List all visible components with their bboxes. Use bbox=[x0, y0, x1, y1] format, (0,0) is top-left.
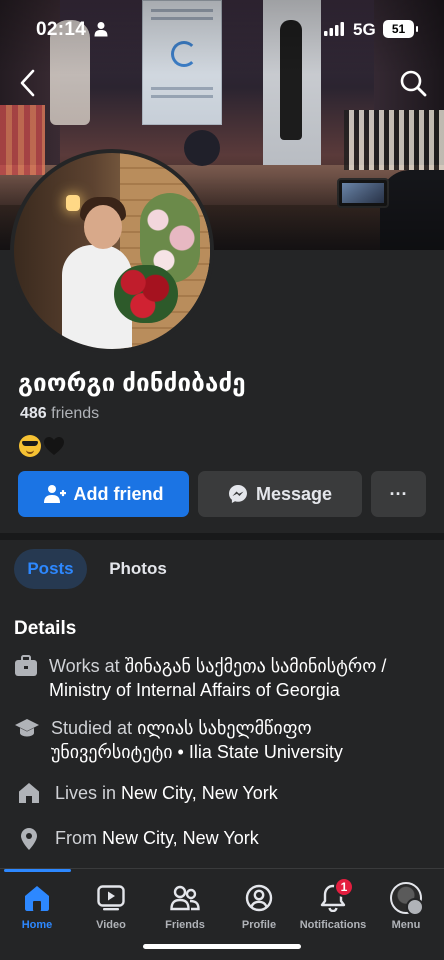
menu-avatar bbox=[390, 882, 424, 916]
tab-menu-label: Menu bbox=[391, 919, 421, 931]
detail-work-prefix: Works at bbox=[49, 656, 125, 676]
location-pin-icon bbox=[14, 826, 44, 850]
friends-count-label: friends bbox=[51, 405, 100, 422]
battery-icon: 51 bbox=[383, 20, 418, 38]
detail-work-text: Works at შინაგან საქმეთა სამინისტრო / Mi… bbox=[49, 654, 434, 702]
tab-photos[interactable]: Photos bbox=[96, 549, 180, 589]
friends-count-number: 486 bbox=[20, 405, 47, 422]
back-button[interactable] bbox=[12, 66, 42, 100]
focus-person-icon bbox=[94, 22, 108, 37]
tab-profile[interactable]: Profile bbox=[222, 881, 296, 931]
home-icon bbox=[20, 881, 54, 915]
avatar-lamp bbox=[66, 195, 80, 211]
status-bar: 02:14 5G 51 bbox=[0, 0, 444, 60]
signal-icon bbox=[324, 22, 344, 36]
video-icon bbox=[94, 881, 128, 915]
add-friend-button[interactable]: Add friend bbox=[18, 471, 189, 517]
tab-friends-label: Friends bbox=[165, 919, 205, 931]
detail-lives[interactable]: Lives in New City, New York bbox=[14, 781, 434, 805]
profile-actions: Add friend Message ··· bbox=[18, 471, 426, 517]
detail-lives-value: New City, New York bbox=[121, 783, 278, 803]
search-button[interactable] bbox=[396, 66, 430, 100]
friends-icon bbox=[168, 881, 202, 915]
tab-friends[interactable]: Friends bbox=[148, 881, 222, 931]
home-location-icon bbox=[14, 781, 44, 805]
network-type: 5G bbox=[353, 20, 376, 39]
details-heading: Details bbox=[14, 618, 77, 639]
detail-from[interactable]: From New City, New York bbox=[14, 826, 434, 850]
avatar-photo bbox=[14, 153, 210, 349]
more-options-button[interactable]: ··· bbox=[371, 471, 426, 517]
tab-video-label: Video bbox=[96, 919, 126, 931]
avatar-roses bbox=[114, 265, 178, 323]
emoji-status bbox=[19, 434, 65, 458]
detail-from-value: New City, New York bbox=[102, 828, 259, 848]
section-divider bbox=[0, 533, 444, 540]
profile-avatar[interactable] bbox=[10, 149, 214, 353]
detail-education[interactable]: Studied at ილიას სახელმწიფო უნივერსიტეტი… bbox=[14, 716, 434, 764]
tab-notifications[interactable]: 1 Notifications bbox=[296, 877, 370, 931]
sunglasses-emoji-icon bbox=[19, 435, 41, 457]
avatar-head bbox=[84, 205, 122, 249]
profile-icon bbox=[242, 881, 276, 915]
bell-icon: 1 bbox=[316, 877, 354, 915]
home-indicator bbox=[143, 944, 301, 949]
detail-from-text: From New City, New York bbox=[55, 826, 259, 850]
add-friend-icon bbox=[43, 485, 66, 503]
profile-name: გიორგი ძინძიბაძე bbox=[18, 370, 246, 397]
tab-notifications-label: Notifications bbox=[299, 919, 367, 931]
active-tab-indicator bbox=[4, 869, 71, 872]
detail-education-prefix: Studied at bbox=[51, 718, 138, 738]
messenger-icon bbox=[228, 485, 247, 503]
message-label: Message bbox=[255, 483, 333, 504]
search-icon bbox=[400, 70, 427, 97]
tab-posts[interactable]: Posts bbox=[14, 549, 87, 589]
friends-count[interactable]: 486 friends bbox=[20, 405, 99, 423]
tab-video[interactable]: Video bbox=[74, 881, 148, 931]
tab-menu[interactable]: Menu bbox=[369, 881, 443, 931]
briefcase-icon bbox=[14, 654, 38, 678]
tab-profile-label: Profile bbox=[241, 919, 277, 931]
black-heart-emoji-icon bbox=[44, 437, 64, 455]
tab-home[interactable]: Home bbox=[0, 881, 74, 931]
battery-level: 51 bbox=[391, 22, 406, 36]
chevron-left-icon bbox=[20, 69, 35, 97]
more-options-icon: ··· bbox=[389, 483, 408, 504]
status-time: 02:14 bbox=[36, 19, 87, 40]
detail-work[interactable]: Works at შინაგან საქმეთა სამინისტრო / Mi… bbox=[14, 654, 434, 702]
detail-education-text: Studied at ილიას სახელმწიფო უნივერსიტეტი… bbox=[51, 716, 434, 764]
message-button[interactable]: Message bbox=[198, 471, 362, 517]
menu-avatar-icon bbox=[389, 881, 424, 916]
notification-badge: 1 bbox=[334, 877, 354, 897]
tab-home-label: Home bbox=[21, 919, 53, 931]
detail-from-prefix: From bbox=[55, 828, 102, 848]
add-friend-label: Add friend bbox=[73, 483, 164, 504]
detail-lives-text: Lives in New City, New York bbox=[55, 781, 278, 805]
detail-lives-prefix: Lives in bbox=[55, 783, 122, 803]
graduation-cap-icon bbox=[14, 716, 40, 740]
